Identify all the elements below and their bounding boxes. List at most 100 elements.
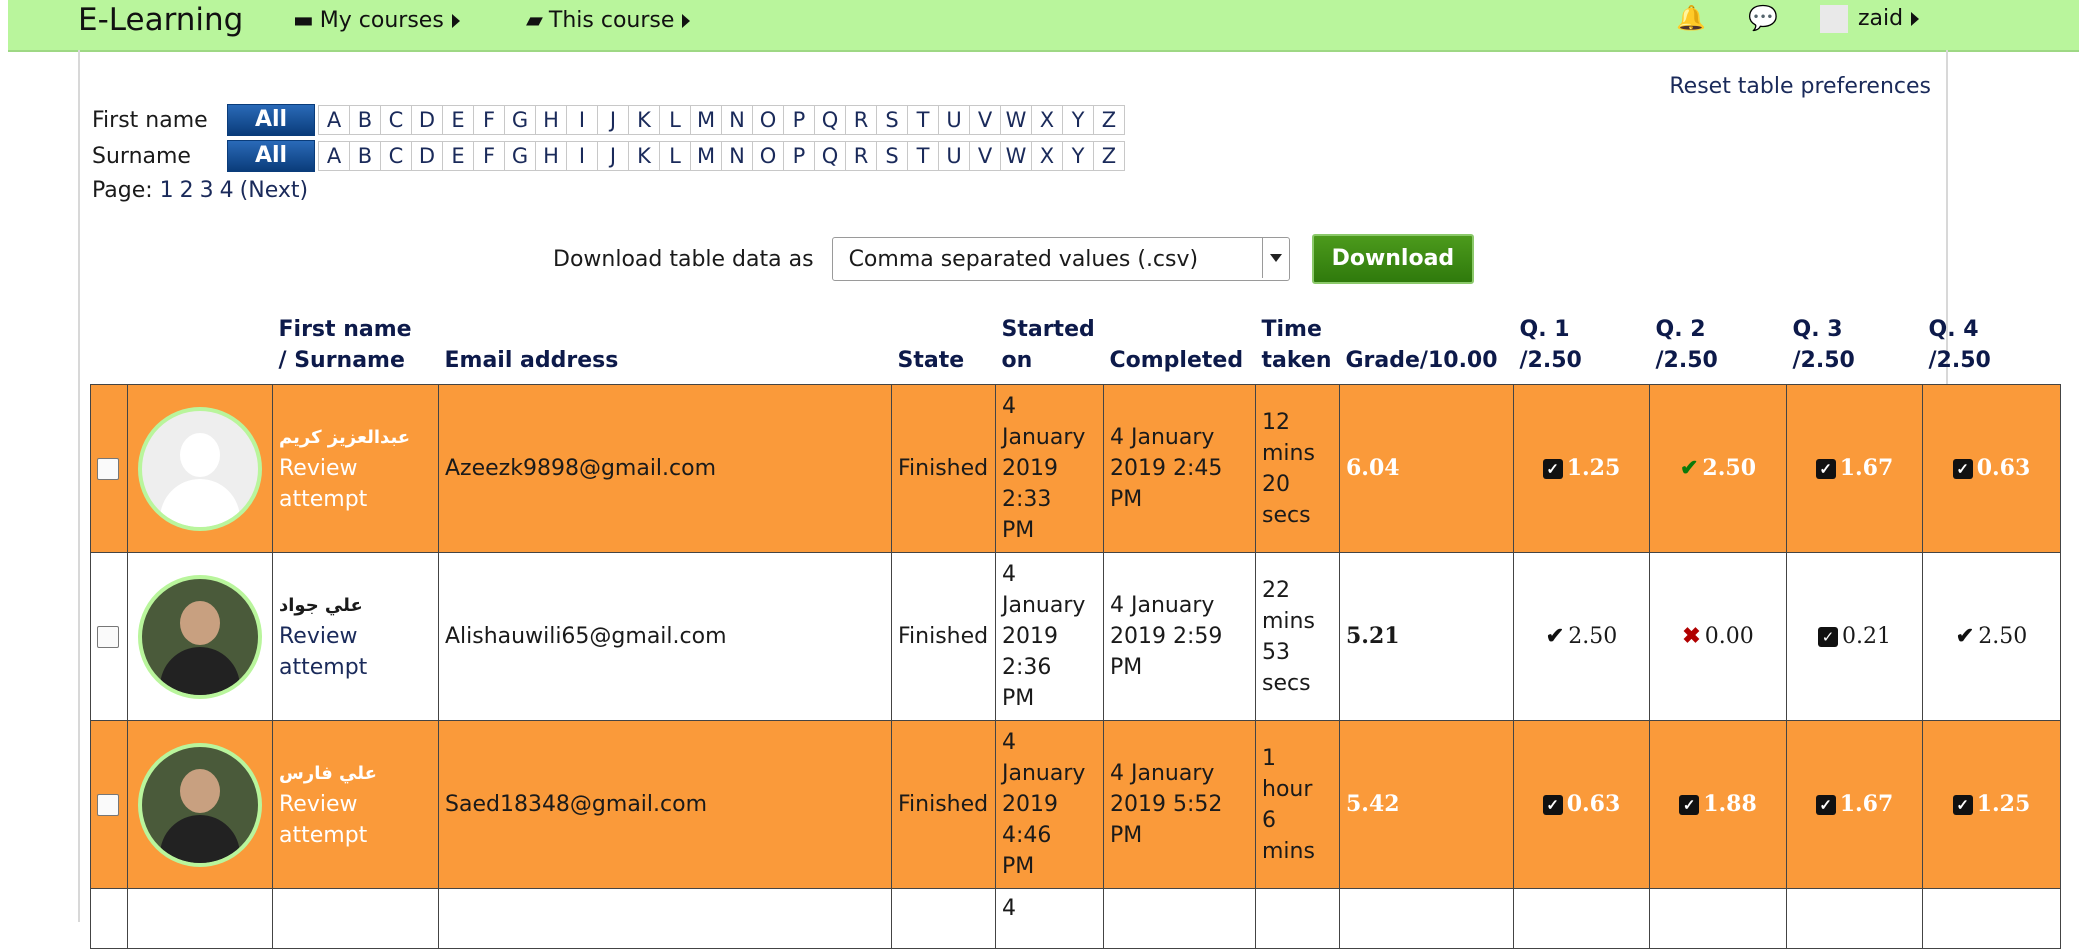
first-initial-n[interactable]: N: [721, 105, 753, 135]
surname-initial-i[interactable]: I: [566, 141, 598, 171]
first-initial-c[interactable]: C: [380, 105, 412, 135]
row-checkbox[interactable]: [97, 457, 119, 480]
first-initial-x[interactable]: X: [1031, 105, 1063, 135]
question-mark-link[interactable]: ✓ 0.21: [1818, 624, 1891, 649]
first-initial-z[interactable]: Z: [1093, 105, 1125, 135]
question-mark-link[interactable]: ✓ 1.67: [1815, 455, 1893, 481]
header-q2[interactable]: Q. 2/2.50: [1650, 310, 1787, 385]
first-initial-k[interactable]: K: [628, 105, 660, 135]
first-initial-e[interactable]: E: [442, 105, 474, 135]
surname-initial-d[interactable]: D: [411, 141, 443, 171]
header-started[interactable]: Started on: [996, 310, 1104, 385]
header-completed[interactable]: Completed: [1104, 310, 1256, 385]
header-q4[interactable]: Q. 4/2.50: [1923, 310, 2061, 385]
surname-initial-u[interactable]: U: [938, 141, 970, 171]
surname-initial-p[interactable]: P: [783, 141, 815, 171]
first-initial-o[interactable]: O: [752, 105, 784, 135]
question-mark-link[interactable]: ✔ 2.50: [1680, 455, 1756, 482]
first-initial-h[interactable]: H: [535, 105, 567, 135]
next-page-link[interactable]: (Next): [240, 178, 308, 203]
question-mark-link[interactable]: ✓ 1.25: [1542, 455, 1620, 481]
first-initial-f[interactable]: F: [473, 105, 505, 135]
this-course-menu[interactable]: ▰ This course: [526, 6, 691, 36]
surname-initial-b[interactable]: B: [349, 141, 381, 171]
surname-initial-all[interactable]: All: [227, 140, 315, 172]
surname-initial-m[interactable]: M: [690, 141, 722, 171]
surname-initial-g[interactable]: G: [504, 141, 536, 171]
question-mark-link[interactable]: ✓ 1.25: [1952, 791, 2030, 817]
surname-initial-a[interactable]: A: [318, 141, 350, 171]
bell-icon[interactable]: 🔔: [1676, 4, 1706, 32]
first-initial-u[interactable]: U: [938, 105, 970, 135]
header-name[interactable]: First name / Surname: [273, 310, 439, 385]
question-mark-link[interactable]: ✓ 0.63: [1542, 791, 1620, 817]
my-courses-menu[interactable]: ▬ My courses: [293, 6, 460, 36]
first-initial-s[interactable]: S: [876, 105, 908, 135]
surname-initial-z[interactable]: Z: [1093, 141, 1125, 171]
surname-initial-o[interactable]: O: [752, 141, 784, 171]
question-mark-link[interactable]: ✔ 2.50: [1546, 623, 1617, 649]
surname-initial-s[interactable]: S: [876, 141, 908, 171]
student-name-link[interactable]: عبدالعزيز كريم: [279, 422, 432, 453]
surname-initial-x[interactable]: X: [1031, 141, 1063, 171]
review-attempt-link[interactable]: Review attempt: [279, 789, 432, 851]
question-mark-link[interactable]: ✓ 1.67: [1815, 791, 1893, 817]
student-name-link[interactable]: علي فارس: [279, 758, 432, 789]
first-initial-v[interactable]: V: [969, 105, 1001, 135]
surname-initial-j[interactable]: J: [597, 141, 629, 171]
header-q1[interactable]: Q. 1/2.50: [1514, 310, 1650, 385]
surname-initial-h[interactable]: H: [535, 141, 567, 171]
page-link-3[interactable]: 3: [200, 178, 214, 203]
surname-initial-l[interactable]: L: [659, 141, 691, 171]
first-initial-t[interactable]: T: [907, 105, 939, 135]
surname-initial-f[interactable]: F: [473, 141, 505, 171]
download-button[interactable]: Download: [1311, 234, 1475, 284]
first-initial-i[interactable]: I: [566, 105, 598, 135]
page-link-4[interactable]: 4: [220, 178, 234, 203]
site-brand[interactable]: E-Learning: [78, 0, 243, 40]
question-mark-link[interactable]: ✖ 0.00: [1682, 623, 1753, 649]
surname-initial-w[interactable]: W: [1000, 141, 1032, 171]
first-initial-d[interactable]: D: [411, 105, 443, 135]
page-link-2[interactable]: 2: [180, 178, 194, 203]
surname-initial-q[interactable]: Q: [814, 141, 846, 171]
student-name-link[interactable]: علي جواد: [279, 590, 432, 621]
surname-initial-t[interactable]: T: [907, 141, 939, 171]
row-checkbox[interactable]: [97, 625, 119, 648]
reset-table-preferences-link[interactable]: Reset table preferences: [1669, 74, 1931, 99]
review-attempt-link[interactable]: Review attempt: [279, 453, 432, 515]
first-initial-j[interactable]: J: [597, 105, 629, 135]
first-initial-l[interactable]: L: [659, 105, 691, 135]
grade-value[interactable]: 6.04: [1346, 455, 1400, 481]
surname-initial-k[interactable]: K: [628, 141, 660, 171]
surname-initial-v[interactable]: V: [969, 141, 1001, 171]
first-initial-p[interactable]: P: [783, 105, 815, 135]
question-mark-link[interactable]: ✔ 2.50: [1956, 623, 2027, 649]
first-initial-g[interactable]: G: [504, 105, 536, 135]
surname-initial-c[interactable]: C: [380, 141, 412, 171]
avatar[interactable]: [138, 574, 262, 699]
header-time-taken[interactable]: Time taken: [1256, 310, 1340, 385]
user-menu[interactable]: zaid: [1820, 4, 1920, 34]
download-format-select[interactable]: Comma separated values (.csv): [831, 237, 1290, 281]
question-mark-link[interactable]: ✓ 1.88: [1679, 791, 1757, 817]
first-initial-w[interactable]: W: [1000, 105, 1032, 135]
avatar[interactable]: [138, 406, 262, 531]
header-q3[interactable]: Q. 3/2.50: [1787, 310, 1923, 385]
first-initial-q[interactable]: Q: [814, 105, 846, 135]
row-checkbox[interactable]: [97, 793, 119, 816]
surname-initial-r[interactable]: R: [845, 141, 877, 171]
question-mark-link[interactable]: ✓ 0.63: [1952, 455, 2030, 481]
grade-value[interactable]: 5.42: [1346, 791, 1400, 817]
first-initial-y[interactable]: Y: [1062, 105, 1094, 135]
header-grade[interactable]: Grade/10.00: [1340, 310, 1514, 385]
surname-initial-y[interactable]: Y: [1062, 141, 1094, 171]
first-initial-all[interactable]: All: [227, 104, 315, 136]
avatar[interactable]: [138, 742, 262, 867]
first-initial-b[interactable]: B: [349, 105, 381, 135]
first-initial-m[interactable]: M: [690, 105, 722, 135]
review-attempt-link[interactable]: Review attempt: [279, 621, 432, 683]
page-link-1[interactable]: 1: [160, 178, 174, 203]
header-state[interactable]: State: [892, 310, 996, 385]
surname-initial-e[interactable]: E: [442, 141, 474, 171]
